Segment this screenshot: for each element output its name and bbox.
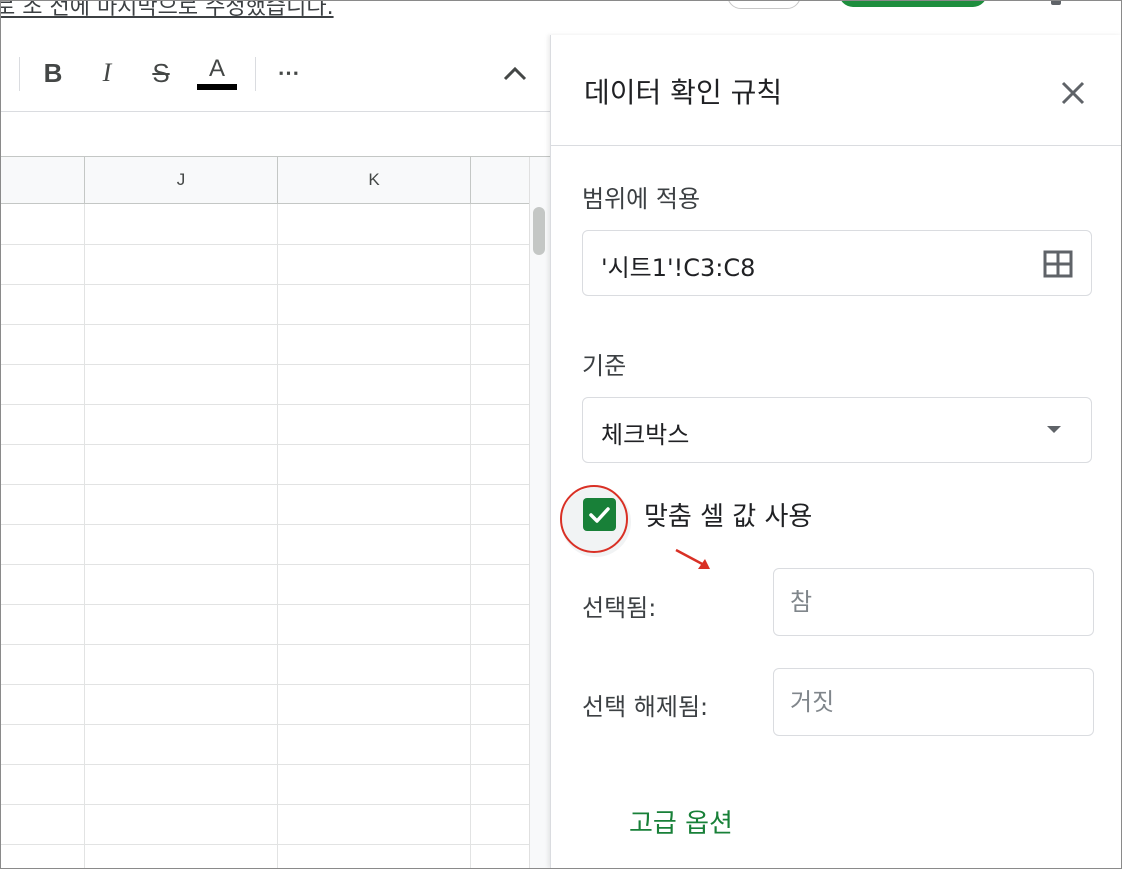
format-toolbar: B I S A ⋯ bbox=[1, 35, 551, 112]
toolbar-divider bbox=[255, 57, 256, 91]
range-label: 범위에 적용 bbox=[582, 185, 701, 213]
grid-column-line bbox=[277, 204, 278, 868]
top-icon[interactable] bbox=[1051, 1, 1061, 5]
grid-row-line bbox=[1, 324, 529, 325]
toolbar-divider bbox=[19, 57, 20, 91]
column-header-j[interactable]: J bbox=[85, 157, 278, 203]
checked-label: 선택됨: bbox=[582, 594, 657, 622]
annotation-circle bbox=[560, 485, 628, 553]
range-value: '시트1'!C3:C8 bbox=[601, 254, 756, 282]
grid-row-line bbox=[1, 284, 529, 285]
scrollbar-thumb[interactable] bbox=[533, 207, 545, 255]
bold-button[interactable]: B bbox=[33, 53, 73, 93]
collapse-toolbar-button[interactable] bbox=[495, 53, 535, 93]
app-frame: 로 조 전에 마지막으로 수정했습니다. B I S A ⋯ J K 데이터 확… bbox=[0, 0, 1122, 869]
criteria-label: 기준 bbox=[582, 352, 627, 380]
grid-row-line bbox=[1, 564, 529, 565]
top-pill-button[interactable] bbox=[727, 1, 801, 9]
grid-row-line bbox=[1, 604, 529, 605]
last-edit-link[interactable]: 로 조 전에 마지막으로 수정했습니다. bbox=[1, 1, 334, 21]
chevron-up-icon bbox=[503, 66, 527, 81]
text-color-button[interactable]: A bbox=[197, 53, 237, 93]
strikethrough-button[interactable]: S bbox=[141, 53, 181, 93]
text-color-letter: A bbox=[208, 55, 225, 82]
grid-column-line bbox=[470, 204, 471, 868]
column-header-row: J K bbox=[1, 157, 529, 204]
checked-value-input[interactable] bbox=[773, 568, 1094, 636]
vertical-scrollbar[interactable] bbox=[529, 157, 550, 868]
panel-header: 데이터 확인 규칙 bbox=[551, 35, 1121, 146]
unchecked-value-input[interactable] bbox=[773, 668, 1094, 736]
grid-row-line bbox=[1, 684, 529, 685]
sheet-grid[interactable] bbox=[1, 204, 529, 868]
top-strip: 로 조 전에 마지막으로 수정했습니다. bbox=[1, 1, 1121, 35]
grid-row-line bbox=[1, 524, 529, 525]
text-color-swatch bbox=[197, 84, 237, 90]
dropdown-caret-icon bbox=[1047, 426, 1061, 433]
grid-row-line bbox=[1, 804, 529, 805]
more-options-button[interactable]: ⋯ bbox=[269, 53, 309, 93]
grid-row-line bbox=[1, 724, 529, 725]
advanced-options-link[interactable]: 고급 옵션 bbox=[629, 803, 733, 840]
share-button[interactable] bbox=[839, 1, 987, 7]
grid-row-line bbox=[1, 764, 529, 765]
custom-values-label[interactable]: 맞춤 셀 값 사용 bbox=[644, 496, 812, 533]
grid-row-line bbox=[1, 444, 529, 445]
grid-row-line bbox=[1, 244, 529, 245]
grid-row-line bbox=[1, 364, 529, 365]
close-icon bbox=[1061, 81, 1085, 105]
grid-column-line bbox=[84, 204, 85, 868]
range-field[interactable]: '시트1'!C3:C8 bbox=[582, 230, 1092, 296]
unchecked-label: 선택 해제됨: bbox=[582, 693, 709, 721]
criteria-value: 체크박스 bbox=[601, 421, 690, 449]
grid-row-line bbox=[1, 644, 529, 645]
select-range-icon[interactable] bbox=[1043, 250, 1073, 278]
grid-row-line bbox=[1, 844, 529, 845]
column-header-i[interactable] bbox=[1, 157, 85, 203]
annotation-arrow-icon bbox=[675, 548, 710, 569]
italic-button[interactable]: I bbox=[87, 53, 127, 93]
column-header-k[interactable]: K bbox=[278, 157, 471, 203]
data-validation-panel: 데이터 확인 규칙 범위에 적용 '시트1'!C3:C8 기준 체크박스 맞춤 … bbox=[550, 35, 1121, 868]
close-button[interactable] bbox=[1057, 77, 1089, 109]
formula-bar bbox=[1, 112, 551, 157]
panel-title: 데이터 확인 규칙 bbox=[584, 76, 783, 109]
grid-row-line bbox=[1, 404, 529, 405]
column-header-l[interactable] bbox=[471, 157, 528, 203]
criteria-dropdown[interactable]: 체크박스 bbox=[582, 397, 1092, 463]
grid-row-line bbox=[1, 484, 529, 485]
